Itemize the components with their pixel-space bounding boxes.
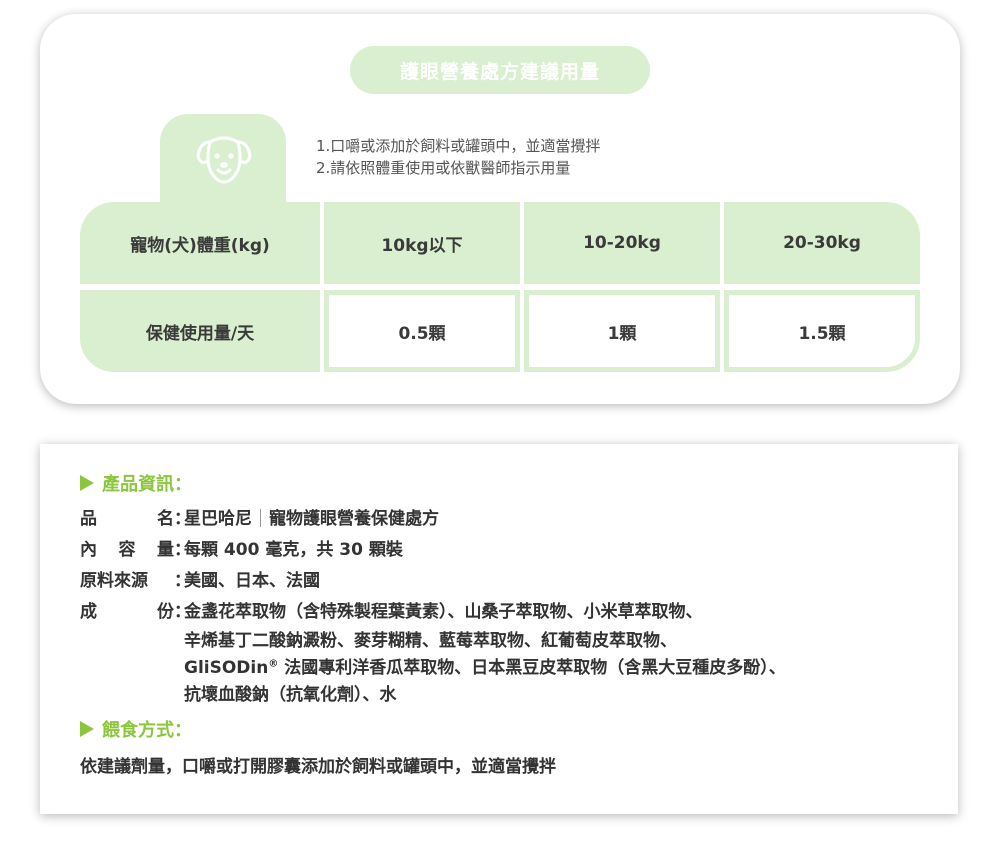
- ingredients-line-3: GliSODin® 法國專利洋香瓜萃取物、日本黑豆皮萃取物（含黑大豆種皮多酚）、: [184, 658, 786, 678]
- ingredients-line-2: 辛烯基丁二酸鈉澱粉、麥芽糊精、藍莓萃取物、紅葡萄皮萃取物、: [184, 631, 677, 651]
- product-origin-value: 美國、日本、法國: [184, 571, 320, 591]
- dosage-title: 護眼營養處方建議用量: [350, 46, 650, 94]
- feeding-heading: 餵食方式：: [80, 716, 192, 742]
- weight-col-1: 10kg以下: [324, 202, 520, 284]
- product-info-panel: 產品資訊： 品名 ： 星巴哈尼 寵物護眼營養保健處方 內容量 ： 每顆 400 毫…: [40, 444, 958, 814]
- dose-row-label: 保健使用量/天: [80, 290, 320, 372]
- feeding-title: 餵食方式：: [102, 720, 192, 741]
- usage-instructions: 1.口嚼或添加於飼料或罐頭中，並適當攪拌 2.請依照體重使用或依獸醫師指示用量: [316, 135, 600, 179]
- instruction-2: 2.請依照體重使用或依獸醫師指示用量: [316, 159, 571, 177]
- dose-col-2: 1顆: [524, 290, 720, 372]
- feeding-text: 依建議劑量，口嚼或打開膠囊添加於飼料或罐頭中，並適當攪拌: [80, 757, 556, 777]
- product-info-heading: 產品資訊：: [80, 470, 192, 496]
- dog-tab: [160, 114, 286, 210]
- weight-header-label: 寵物(犬)體重(kg): [80, 202, 320, 284]
- triangle-bullet-icon: [80, 475, 94, 491]
- product-name-label: 品名: [80, 509, 174, 529]
- product-ingredients-label: 成份: [80, 602, 174, 622]
- dog-face-icon: [196, 136, 252, 184]
- instruction-1: 1.口嚼或添加於飼料或罐頭中，並適當攪拌: [316, 137, 601, 155]
- dose-col-1: 0.5顆: [324, 290, 520, 372]
- weight-col-3: 20-30kg: [724, 202, 920, 284]
- product-content-label: 內容量: [80, 540, 174, 560]
- dose-col-3: 1.5顆: [724, 290, 920, 372]
- product-name-value: 星巴哈尼 寵物護眼營養保健處方: [184, 509, 439, 529]
- ingredients-line-4: 抗壞血酸鈉（抗氧化劑）、水: [184, 685, 397, 705]
- ingredients-line-1: 金盞花萃取物（含特殊製程葉黃素）、山桑子萃取物、小米草萃取物、: [184, 602, 703, 622]
- triangle-bullet-icon: [80, 721, 94, 737]
- weight-col-2: 10-20kg: [524, 202, 720, 284]
- product-content-value: 每顆 400 毫克，共 30 顆裝: [184, 540, 403, 560]
- dosage-card: 護眼營養處方建議用量 1.口嚼或添加於飼料或罐頭中，並適當攪拌 2.請依照體重使…: [40, 14, 960, 404]
- product-info-title: 產品資訊：: [102, 474, 192, 495]
- product-origin-label: 原料來源: [80, 571, 148, 591]
